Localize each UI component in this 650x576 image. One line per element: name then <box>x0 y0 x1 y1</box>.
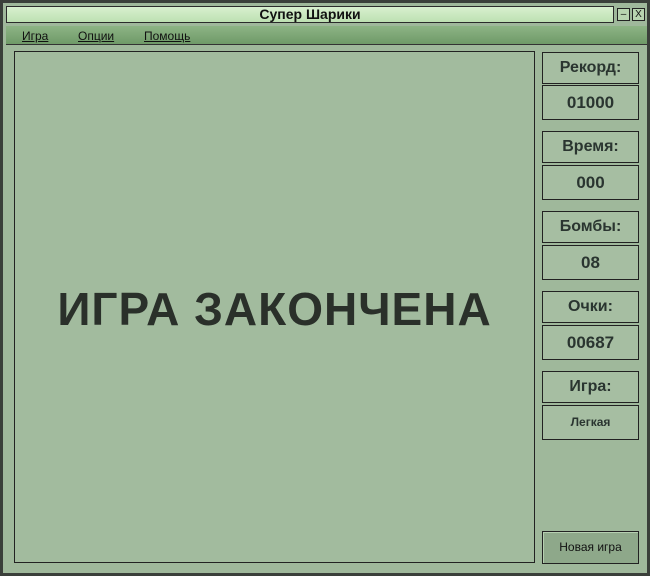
minimize-button[interactable]: – <box>617 8 630 21</box>
menu-bar: Игра Опции Помощь <box>6 26 647 45</box>
menu-game[interactable]: Игра <box>22 29 48 43</box>
menu-options[interactable]: Опции <box>78 29 114 43</box>
game-over-message: ИГРА ЗАКОНЧЕНА <box>57 283 492 335</box>
game-board[interactable]: ИГРА ЗАКОНЧЕНА <box>14 51 535 563</box>
title-bar: Супер Шарики <box>6 6 614 23</box>
score-value: 00687 <box>542 325 639 360</box>
new-game-button[interactable]: Новая игра <box>542 531 639 564</box>
score-label: Очки: <box>542 291 639 323</box>
time-value: 000 <box>542 165 639 200</box>
record-label: Рекорд: <box>542 52 639 84</box>
record-value: 01000 <box>542 85 639 120</box>
time-label: Время: <box>542 131 639 163</box>
bombs-label: Бомбы: <box>542 211 639 243</box>
bombs-value: 08 <box>542 245 639 280</box>
close-button[interactable]: X <box>632 8 645 21</box>
difficulty-label: Игра: <box>542 371 639 403</box>
difficulty-value: Легкая <box>542 405 639 440</box>
menu-help[interactable]: Помощь <box>144 29 190 43</box>
